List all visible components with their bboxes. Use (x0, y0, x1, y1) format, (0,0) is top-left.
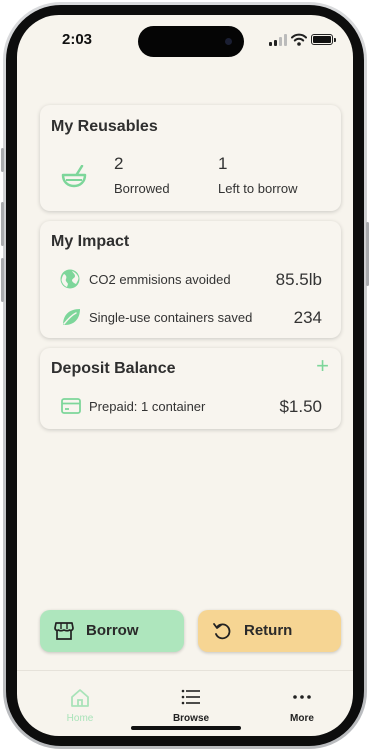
borrowed-label: Borrowed (114, 181, 170, 196)
return-icon (213, 623, 231, 640)
status-bar: 2:03 (17, 15, 353, 65)
tab-bar-divider (17, 670, 353, 671)
borrow-button[interactable]: Borrow (40, 610, 184, 652)
borrow-label: Borrow (86, 622, 139, 639)
leaf-icon (63, 309, 80, 325)
tab-home-label: Home (66, 713, 94, 724)
camera-icon (225, 38, 232, 45)
return-button[interactable]: Return (198, 610, 341, 652)
deposit-card[interactable]: Deposit Balance + Prepaid: 1 container $… (40, 348, 341, 429)
co2-avoided-label: CO2 emmisions avoided (89, 272, 231, 287)
volume-up-button (1, 202, 4, 246)
tab-more-label: More (290, 713, 314, 724)
tab-browse-label: Browse (172, 713, 210, 724)
silent-switch (1, 148, 4, 172)
app-screen: 2:03 My Reusables 2 Borrowed 1 Left to b… (17, 15, 353, 736)
wifi-icon (291, 33, 307, 46)
home-icon (71, 689, 89, 707)
list-icon (181, 689, 200, 705)
card-icon (61, 398, 81, 414)
return-label: Return (244, 622, 293, 639)
signal-icon (269, 34, 287, 46)
containers-saved-label: Single-use containers saved (89, 310, 253, 325)
add-deposit-button[interactable]: + (316, 354, 329, 378)
bowl-icon (61, 165, 87, 188)
prepaid-value: $1.50 (279, 397, 322, 416)
borrowed-count: 2 (114, 154, 124, 173)
containers-saved-value: 234 (293, 308, 322, 327)
volume-down-button (1, 258, 4, 302)
co2-avoided-value: 85.5lb (275, 270, 322, 289)
more-icon (293, 695, 311, 699)
home-indicator (131, 726, 241, 730)
power-button (366, 222, 369, 286)
reusables-title: My Reusables (51, 118, 158, 135)
deposit-title: Deposit Balance (51, 360, 176, 377)
impact-card[interactable]: My Impact CO2 emmisions avoided 85.5lb S… (40, 221, 341, 338)
status-time: 2:03 (62, 31, 93, 48)
dynamic-island (138, 26, 244, 57)
battery-icon (311, 34, 336, 45)
impact-title: My Impact (51, 233, 130, 250)
store-icon (54, 622, 74, 640)
left-to-borrow-count: 1 (218, 154, 228, 173)
reusables-card[interactable]: My Reusables 2 Borrowed 1 Left to borrow (40, 105, 341, 211)
globe-icon (60, 269, 80, 289)
prepaid-label: Prepaid: 1 container (89, 399, 206, 414)
left-to-borrow-label: Left to borrow (218, 181, 298, 196)
